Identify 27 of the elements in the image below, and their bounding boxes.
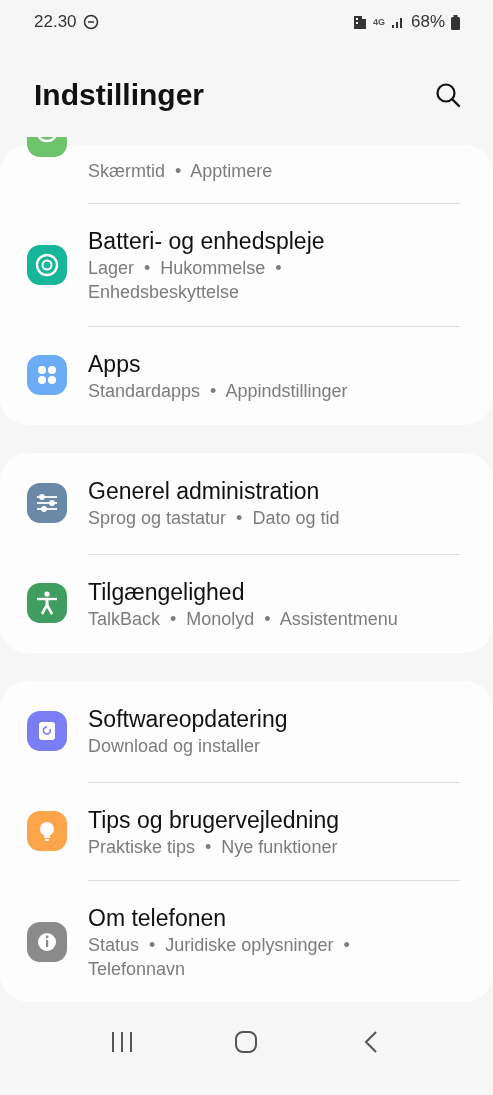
item-subtitle: Praktiske tips • Nye funktioner (88, 835, 339, 859)
item-subtitle: Status • Juridiske oplysninger • Telefonnavn (88, 934, 351, 981)
item-subtitle: Standardapps • Appindstillinger (88, 379, 349, 403)
item-title[interactable]: Tilgængelighed (88, 576, 427, 607)
home-icon (234, 1030, 259, 1054)
recent-apps-icon (110, 1031, 135, 1053)
item-title[interactable]: Apps (88, 348, 427, 379)
battery-icon (451, 14, 460, 30)
item-title[interactable]: Softwareopdatering (88, 704, 427, 734)
back-icon (363, 1030, 378, 1054)
item-subtitle: Download og installer (88, 735, 262, 758)
item-subtitle: Skærmtid • Apptimere (88, 161, 273, 181)
page-title: Indstillinger (34, 77, 204, 112)
battery-percentage: 68% (410, 12, 445, 32)
do-not-disturb-icon (82, 14, 99, 30)
item-title[interactable]: Tips og brugervejledning (88, 804, 427, 835)
clock-time: 22.30 (34, 12, 77, 32)
signal-icon (390, 15, 405, 29)
item-subtitle: Lager • Hukommelse • Enhedsbeskyttelse (88, 257, 283, 304)
building-icon (352, 15, 367, 29)
search-icon (435, 81, 461, 108)
item-title[interactable]: Om telefonen (88, 903, 427, 933)
item-subtitle: Sprog og tastatur • Dato og tid (88, 507, 341, 530)
item-title[interactable]: Batteri- og enhedspleje (88, 226, 427, 256)
item-title[interactable]: Generel administration (88, 476, 427, 506)
item-subtitle: TalkBack • Monolyd • Assistentmenu (88, 607, 399, 631)
network-type: 4G (372, 17, 385, 27)
